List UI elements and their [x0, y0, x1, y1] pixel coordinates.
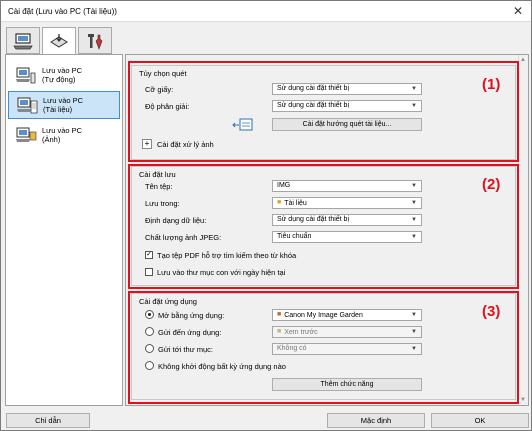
vertical-scrollbar[interactable]: ▲ ▼: [518, 55, 528, 405]
sidebar-item-document[interactable]: Lưu vào PC (Tài liệu): [8, 91, 120, 119]
tab-scan-from-computer[interactable]: [6, 27, 40, 54]
highlight-frame-3: [128, 291, 519, 404]
tab-general-settings[interactable]: [78, 27, 112, 54]
sidebar-item-label: Lưu vào PC: [43, 96, 84, 105]
section-number-3: (3): [482, 303, 501, 320]
sidebar: Lưu vào PC (Tự động) Lưu vào PC (Tài liệu)…: [5, 54, 123, 406]
mode-tabs: [1, 22, 531, 55]
scroll-down-icon[interactable]: ▼: [520, 397, 526, 403]
computer-icon: [13, 32, 33, 49]
section-number-2: (2): [482, 176, 501, 193]
sidebar-item-sublabel: (Ảnh): [42, 135, 61, 144]
save-photo-icon: [16, 127, 37, 142]
save-document-icon: [17, 97, 38, 114]
sidebar-item-photo[interactable]: Lưu vào PC (Ảnh): [8, 121, 120, 149]
sidebar-item-sublabel: (Tài liệu): [43, 105, 73, 114]
sidebar-item-auto[interactable]: Lưu vào PC (Tự động): [8, 61, 120, 89]
sidebar-item-sublabel: (Tự động): [42, 75, 76, 84]
defaults-button[interactable]: Mặc định: [327, 413, 425, 428]
ok-button[interactable]: OK: [431, 413, 529, 428]
tab-scan-from-panel[interactable]: [42, 27, 76, 55]
sidebar-item-label: Lưu vào PC: [42, 66, 83, 75]
guide-button[interactable]: Chỉ dẫn: [6, 413, 90, 428]
tools-icon: [88, 33, 103, 50]
close-icon[interactable]: ✕: [513, 4, 523, 18]
settings-panel: ▲ ▼ Tùy chọn quét Cỡ giấy: Sử dụng cài đ…: [125, 54, 529, 406]
scanner-icon: [50, 34, 68, 48]
save-auto-icon: [16, 67, 36, 84]
sidebar-item-label: Lưu vào PC: [42, 126, 83, 135]
window-title: Cài đặt (Lưu vào PC (Tài liệu)): [8, 7, 117, 16]
scroll-up-icon[interactable]: ▲: [520, 57, 526, 63]
settings-dialog: Cài đặt (Lưu vào PC (Tài liệu)) ✕ Lưu và…: [0, 0, 532, 431]
title-bar: Cài đặt (Lưu vào PC (Tài liệu)) ✕: [1, 1, 531, 22]
section-number-1: (1): [482, 76, 501, 93]
highlight-frame-1: [128, 61, 519, 162]
highlight-frame-2: [128, 164, 519, 289]
